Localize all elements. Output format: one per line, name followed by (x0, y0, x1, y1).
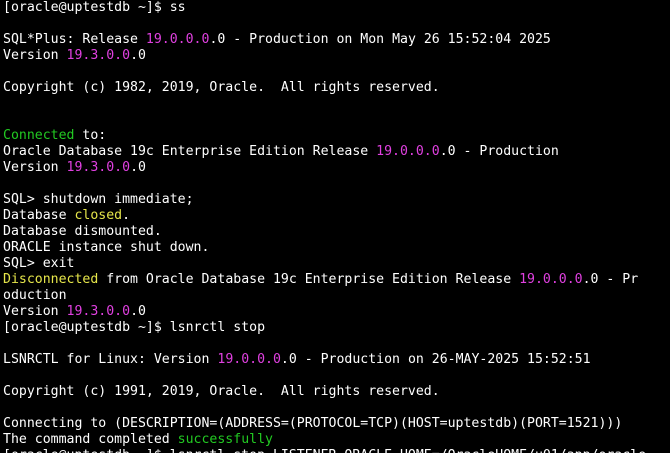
terminal-text: Connecting to (DESCRIPTION=(ADDRESS=(PRO… (3, 416, 623, 431)
terminal-text: ORACLE instance shut down. (3, 240, 210, 255)
terminal-text: 19.0.0.0 (519, 272, 583, 287)
terminal-line: Connecting to (DESCRIPTION=(ADDRESS=(PRO… (3, 416, 670, 432)
terminal-window[interactable]: [oracle@uptestdb ~]$ ss SQL*Plus: Release… (0, 0, 670, 453)
terminal-line: SQL> exit (3, 256, 670, 272)
terminal-text: .0 (130, 48, 146, 63)
terminal-text: Copyright (c) 1982, 2019, Oracle. All ri… (3, 80, 440, 95)
terminal-text: closed (74, 208, 123, 223)
terminal-text: successfully (177, 432, 273, 447)
terminal-text: to: (74, 128, 107, 143)
terminal-text: SQL> exit (3, 256, 75, 271)
terminal-line: Version 19.3.0.0.0 (3, 160, 670, 176)
terminal-line: Copyright (c) 1991, 2019, Oracle. All ri… (3, 384, 670, 400)
terminal-text: Version (3, 304, 67, 319)
terminal-text: .0 - Production on 26-MAY-2025 15:52:51 (280, 352, 591, 367)
terminal-text: Database dismounted. (3, 224, 162, 239)
terminal-line: Version 19.3.0.0.0 (3, 304, 670, 320)
terminal-text: 19.0.0.0 (217, 352, 281, 367)
terminal-text: .0 - Production on Mon May 26 15:52:04 2… (209, 32, 551, 47)
terminal-line: LSNRCTL for Linux: Version 19.0.0.0.0 - … (3, 352, 670, 368)
terminal-text: .0 - Pr (582, 272, 639, 287)
terminal-text: from Oracle Database 19c Enterprise Edit… (98, 272, 520, 287)
terminal-text: .0 (130, 304, 146, 319)
terminal-text: LSNRCTL for Linux: Version (3, 352, 218, 367)
terminal-line: Disconnected from Oracle Database 19c En… (3, 272, 670, 288)
terminal-text: .0 - Production (439, 144, 559, 159)
terminal-line: Database closed. (3, 208, 670, 224)
terminal-line: [oracle@uptestdb ~]$ lsnrctl stop LISTEN… (3, 448, 670, 453)
terminal-text: Version (3, 48, 67, 63)
terminal-text: The command completed (3, 432, 178, 447)
terminal-line: [oracle@uptestdb ~]$ ss (3, 0, 670, 16)
terminal-text: .0 (130, 160, 146, 175)
terminal-text: Copyright (c) 1991, 2019, Oracle. All ri… (3, 384, 440, 399)
terminal-line: oduction (3, 288, 670, 304)
terminal-text: Connected (3, 128, 75, 143)
terminal-text: SQL> shutdown immediate; (3, 192, 194, 207)
terminal-text: oduction (3, 288, 67, 303)
terminal-text: [oracle@uptestdb ~]$ ss (3, 0, 186, 15)
terminal-line: Database dismounted. (3, 224, 670, 240)
terminal-text: [oracle@uptestdb ~]$ lsnrctl stop LISTEN… (3, 448, 646, 453)
terminal-text: . (122, 208, 131, 223)
terminal-text: Version (3, 160, 67, 175)
terminal-line: SQL> shutdown immediate; (3, 192, 670, 208)
terminal-line: Version 19.3.0.0.0 (3, 48, 670, 64)
terminal-text: SQL*Plus: Release (3, 32, 146, 47)
terminal-text: [oracle@uptestdb ~]$ lsnrctl stop (3, 320, 266, 335)
terminal-line: ORACLE instance shut down. (3, 240, 670, 256)
terminal-text: Oracle Database 19c Enterprise Edition R… (3, 144, 377, 159)
terminal-line: SQL*Plus: Release 19.0.0.0.0 - Productio… (3, 32, 670, 48)
terminal-text: Disconnected (3, 272, 99, 287)
terminal-text: 19.3.0.0 (66, 160, 131, 175)
terminal-text: 19.3.0.0 (66, 304, 131, 319)
terminal-text: 19.3.0.0 (66, 48, 131, 63)
terminal-line: Connected to: (3, 128, 670, 144)
terminal-text: 19.0.0.0 (145, 32, 210, 47)
terminal-line: Copyright (c) 1982, 2019, Oracle. All ri… (3, 80, 670, 96)
terminal-line: The command completed successfully (3, 432, 670, 448)
terminal-text: Database (3, 208, 75, 223)
terminal-text: 19.0.0.0 (376, 144, 440, 159)
terminal-line: [oracle@uptestdb ~]$ lsnrctl stop (3, 320, 670, 336)
terminal-line: Oracle Database 19c Enterprise Edition R… (3, 144, 670, 160)
